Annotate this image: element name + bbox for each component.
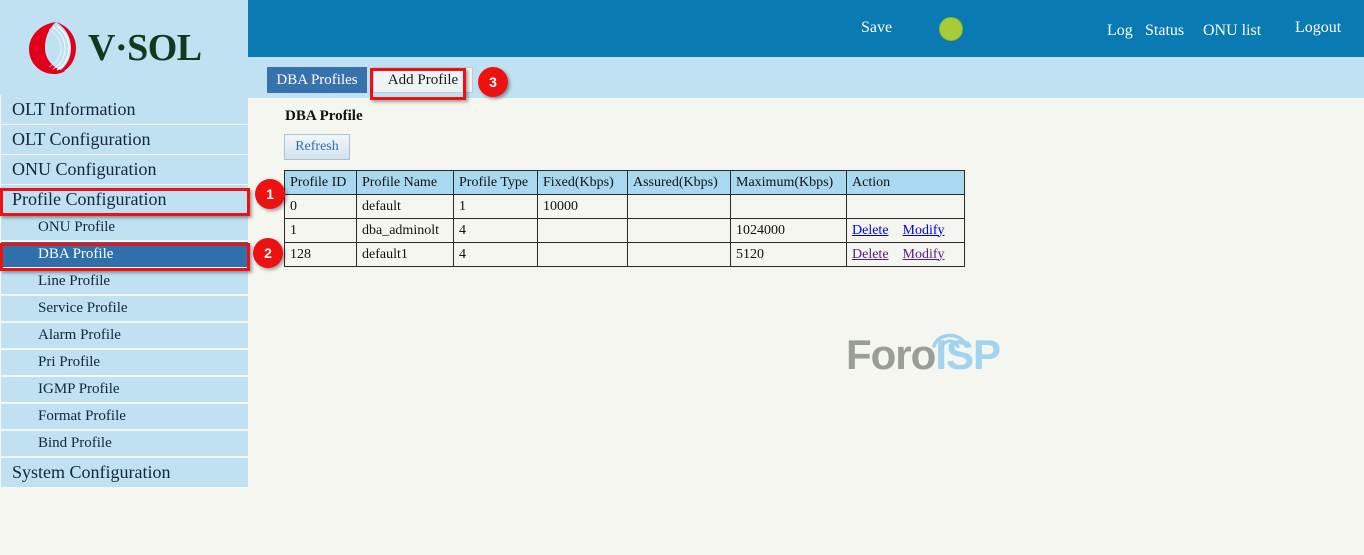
brand-name: V·SOL <box>88 29 202 67</box>
sidebar-item-igmp-profile[interactable]: IGMP Profile <box>1 377 249 402</box>
column-header-profile-name: Profile Name <box>357 171 454 195</box>
cell-profile-type: 4 <box>454 243 538 267</box>
delete-link[interactable]: Delete <box>852 247 889 262</box>
modify-link[interactable]: Modify <box>903 247 945 262</box>
tab-add-profile[interactable]: Add Profile <box>373 67 473 93</box>
watermark-text-secondary: ISP <box>935 331 1000 378</box>
sidebar-item-label: Format Profile <box>38 408 126 425</box>
column-header-profile-id: Profile ID <box>285 171 357 195</box>
logout-button[interactable]: Logout <box>1295 19 1341 37</box>
cell-action: Delete Modify <box>847 243 965 267</box>
table-body: 0default1100001dba_adminolt41024000Delet… <box>285 195 965 267</box>
cell-profile-name: default1 <box>357 243 454 267</box>
column-header-fixed: Fixed(Kbps) <box>538 171 628 195</box>
sidebar-item-alarm-profile[interactable]: Alarm Profile <box>1 323 249 348</box>
sidebar-item-system-configuration[interactable]: System Configuration <box>1 458 249 487</box>
page-title: DBA Profile <box>285 108 363 125</box>
delete-link[interactable]: Delete <box>852 223 889 238</box>
sidebar-item-label: Pri Profile <box>38 354 100 371</box>
column-header-maximum: Maximum(Kbps) <box>731 171 847 195</box>
cell-profile-id: 1 <box>285 219 357 243</box>
sidebar-item-label: ONU Profile <box>38 219 115 236</box>
sidebar-item-label: Bind Profile <box>38 435 112 452</box>
header-bar: Save Log Status ONU list Logout <box>248 0 1364 57</box>
status-dot-icon <box>939 17 963 41</box>
column-header-profile-type: Profile Type <box>454 171 538 195</box>
column-header-assured: Assured(Kbps) <box>628 171 731 195</box>
cell-profile-type: 4 <box>454 219 538 243</box>
cell-profile-name: default <box>357 195 454 219</box>
sidebar-item-profile-configuration[interactable]: Profile Configuration <box>1 185 249 214</box>
sidebar-item-line-profile[interactable]: Line Profile <box>1 269 249 294</box>
table-row: 128default14 5120 Delete Modify <box>285 243 965 267</box>
header-link-onu-list[interactable]: ONU list <box>1203 22 1261 40</box>
brand-logo[interactable]: V·SOL <box>26 20 202 76</box>
cell-action: Delete Modify <box>847 219 965 243</box>
sidebar-item-onu-configuration[interactable]: ONU Configuration <box>1 155 249 184</box>
cell-fixed: 10000 <box>538 195 628 219</box>
logo-panel: V·SOL <box>0 0 248 95</box>
watermark-signal-arc-icon <box>930 326 970 348</box>
cell-action <box>847 195 965 219</box>
table-header: Profile ID Profile Name Profile Type Fix… <box>285 171 965 195</box>
save-button[interactable]: Save <box>861 19 892 37</box>
sidebar-item-bind-profile[interactable]: Bind Profile <box>1 431 249 456</box>
sidebar-item-label: Profile Configuration <box>12 189 166 210</box>
dba-profile-table: Profile ID Profile Name Profile Type Fix… <box>284 170 965 267</box>
foroisp-watermark: ForoISP <box>846 334 1000 376</box>
cell-profile-id: 128 <box>285 243 357 267</box>
refresh-button[interactable]: Refresh <box>284 134 350 160</box>
content-panel: DBA Profile Refresh Profile ID Profile N… <box>248 98 1364 555</box>
sidebar-item-label: Service Profile <box>38 300 128 317</box>
cell-maximum: 1024000 <box>731 219 847 243</box>
tab-strip: DBA Profiles Add Profile <box>248 57 1364 98</box>
sidebar-item-service-profile[interactable]: Service Profile <box>1 296 249 321</box>
cell-profile-id: 0 <box>285 195 357 219</box>
sidebar-item-label: DBA Profile <box>38 246 113 263</box>
cell-profile-type: 1 <box>454 195 538 219</box>
table-row: 0default110000 <box>285 195 965 219</box>
cell-assured <box>628 243 731 267</box>
sidebar-item-label: System Configuration <box>12 462 171 483</box>
modify-link[interactable]: Modify <box>903 223 945 238</box>
sidebar-item-olt-configuration[interactable]: OLT Configuration <box>1 125 249 154</box>
table-header-row: Profile ID Profile Name Profile Type Fix… <box>285 171 965 195</box>
sidebar-item-pri-profile[interactable]: Pri Profile <box>1 350 249 375</box>
cell-fixed <box>538 243 628 267</box>
sidebar-item-label: OLT Configuration <box>12 129 151 150</box>
cell-profile-name: dba_adminolt <box>357 219 454 243</box>
sidebar-item-label: IGMP Profile <box>38 381 120 398</box>
sidebar-item-olt-information[interactable]: OLT Information <box>1 95 249 124</box>
sidebar-item-format-profile[interactable]: Format Profile <box>1 404 249 429</box>
cell-assured <box>628 219 731 243</box>
cell-fixed <box>538 219 628 243</box>
cell-maximum <box>731 195 847 219</box>
sidebar-item-label: Alarm Profile <box>38 327 121 344</box>
cell-assured <box>628 195 731 219</box>
sidebar-item-label: ONU Configuration <box>12 159 156 180</box>
sidebar-item-label: Line Profile <box>38 273 110 290</box>
watermark-text-primary: Foro <box>846 331 935 378</box>
table-row: 1dba_adminolt4 1024000 Delete Modify <box>285 219 965 243</box>
tab-dba-profiles[interactable]: DBA Profiles <box>267 67 367 93</box>
sidebar-item-label: OLT Information <box>12 99 136 120</box>
header-link-log[interactable]: Log <box>1107 22 1133 40</box>
column-header-action: Action <box>847 171 965 195</box>
sidebar-item-onu-profile[interactable]: ONU Profile <box>1 215 249 240</box>
sidebar-item-dba-profile[interactable]: DBA Profile <box>1 242 249 267</box>
header-link-status[interactable]: Status <box>1145 22 1184 40</box>
sidebar-nav: OLT Information OLT Configuration ONU Conf… <box>0 95 250 485</box>
cell-maximum: 5120 <box>731 243 847 267</box>
vsol-swirl-logo-icon <box>26 20 80 76</box>
